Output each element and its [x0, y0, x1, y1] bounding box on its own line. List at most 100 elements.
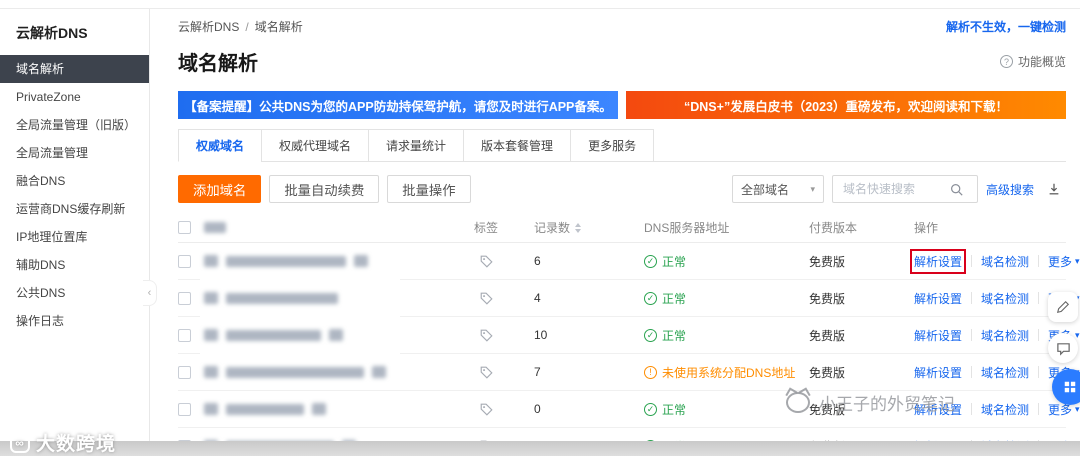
dashukuajing-logo: ∞ [10, 432, 30, 453]
row-actions: 解析设置 域名检测 更多▾ [909, 248, 1080, 274]
domain-filter-value: 全部域名 [740, 182, 789, 197]
domain-icon-redacted [204, 329, 218, 341]
support-chat-button[interactable] [1048, 333, 1078, 363]
tag-icon[interactable] [474, 323, 498, 347]
sort-icon[interactable] [575, 222, 582, 233]
column-header-records[interactable]: 记录数 [534, 219, 644, 236]
sidebar-item-public-dns[interactable]: 公共DNS [0, 279, 149, 307]
dns-whitepaper-banner[interactable]: “DNS+”发展白皮书（2023）重磅发布，欢迎阅读和下载！ [626, 91, 1066, 119]
record-count: 10 [534, 328, 548, 342]
tag-icon[interactable] [474, 286, 498, 310]
domain-cell[interactable] [204, 329, 474, 341]
row-checkbox[interactable] [178, 402, 191, 416]
row-checkbox[interactable] [178, 254, 191, 268]
watermark-left-text: 大数跨境 [36, 434, 117, 455]
plan-label: 免费版 [809, 291, 846, 306]
resolve-settings-link[interactable]: 解析设置 [909, 248, 967, 274]
bottom-strip [0, 441, 1080, 456]
sidebar-item-secondary-dns[interactable]: 辅助DNS [0, 251, 149, 279]
domain-extra-redacted [372, 366, 386, 378]
resolve-settings-link[interactable]: 解析设置 [914, 364, 962, 381]
sidebar-item-gtm[interactable]: 全局流量管理 [0, 139, 149, 167]
sidebar-item-gtm-legacy[interactable]: 全局流量管理（旧版） [0, 111, 149, 139]
dns-status-label: 正常 [662, 291, 687, 306]
sidebar-item-hybrid-dns[interactable]: 融合DNS [0, 167, 149, 195]
tag-icon[interactable] [474, 397, 498, 421]
domain-name-redacted [226, 366, 364, 378]
record-count: 4 [534, 291, 541, 305]
sidebar-item-privatezone[interactable]: PrivateZone [0, 83, 149, 111]
actions-divider [1038, 255, 1040, 267]
record-count: 7 [534, 365, 541, 379]
domain-extra-redacted [312, 403, 326, 415]
domain-extra-redacted [354, 255, 368, 267]
diagnose-link[interactable]: 解析不生效，一键检测 [946, 18, 1066, 35]
batch-auto-renew-button[interactable]: 批量自动续费 [269, 175, 380, 203]
toolbar-right-cluster: 全部域名 ▾ 高级搜索 [731, 175, 1066, 203]
title-row: 域名解析 ? 功能概览 [178, 47, 1066, 76]
row-checkbox[interactable] [178, 291, 191, 305]
breadcrumb-separator: / [245, 19, 249, 34]
chevron-down-icon: ▾ [810, 183, 815, 194]
search-icon[interactable] [945, 177, 969, 201]
actions-divider [971, 329, 973, 341]
domain-cell[interactable] [204, 403, 474, 415]
actions-divider [1038, 292, 1040, 304]
dns-status: ✓ 正常 [644, 253, 686, 270]
column-header-plan: 付费版本 [809, 221, 858, 235]
download-icon[interactable] [1042, 177, 1066, 201]
table-body: 6 ✓ 正常 免费版 解析设置 域名检测 更多 ▾ 4 ✓ 正常 免费版 解析设… [178, 243, 1080, 456]
domain-check-link[interactable]: 域名检测 [981, 290, 1029, 307]
breadcrumb-root[interactable]: 云解析DNS [178, 18, 239, 35]
domain-check-link[interactable]: 域名检测 [981, 327, 1029, 344]
advanced-search-link[interactable]: 高级搜索 [986, 181, 1034, 198]
domain-check-link[interactable]: 域名检测 [981, 253, 1029, 270]
tab-request-statistics[interactable]: 请求量统计 [368, 129, 465, 162]
sidebar-collapse-handle[interactable]: ‹ [143, 280, 157, 306]
tab-authoritative-domains[interactable]: 权威域名 [178, 129, 263, 162]
tab-authoritative-proxy-domains[interactable]: 权威代理域名 [261, 129, 370, 162]
domain-cell[interactable] [204, 292, 474, 304]
notice-banners: 【备案提醒】公共DNS为您的APP防劫持保驾护航，请您及时进行APP备案。 “D… [178, 91, 1066, 119]
watermark-wechat-account: 小王子的外贸笔记 [786, 390, 955, 415]
chevron-down-icon: ▾ [1075, 329, 1080, 340]
tag-icon[interactable] [474, 249, 498, 273]
feature-overview-label: 功能概览 [1017, 55, 1066, 69]
feature-overview-link[interactable]: ? 功能概览 [999, 53, 1066, 70]
dns-status-label: 正常 [662, 254, 687, 269]
dns-status: ! 未使用系统分配DNS地址 [644, 364, 795, 381]
batch-operations-button[interactable]: 批量操作 [387, 175, 471, 203]
row-checkbox[interactable] [178, 328, 191, 342]
sidebar-item-domain-resolution[interactable]: 域名解析 [0, 55, 149, 83]
search-input[interactable] [840, 181, 945, 197]
more-menu-link[interactable]: 更多▾ [1048, 253, 1080, 270]
row-checkbox[interactable] [178, 365, 191, 379]
resolve-settings-link[interactable]: 解析设置 [914, 290, 962, 307]
domain-check-link[interactable]: 域名检测 [981, 401, 1029, 418]
select-all-checkbox[interactable] [178, 221, 191, 234]
domain-check-link[interactable]: 域名检测 [981, 364, 1029, 381]
resolve-settings-link[interactable]: 解析设置 [914, 327, 962, 344]
breadcrumb-current: 域名解析 [254, 20, 303, 34]
feedback-pencil-button[interactable] [1048, 292, 1078, 322]
domain-filter-select[interactable]: 全部域名 ▾ [731, 175, 824, 203]
sidebar-item-ip-geo-library[interactable]: IP地理位置库 [0, 223, 149, 251]
sidebar-item-operation-log[interactable]: 操作日志 [0, 307, 149, 335]
tab-more-services[interactable]: 更多服务 [570, 129, 655, 162]
plan-label: 免费版 [809, 365, 846, 380]
icp-reminder-banner[interactable]: 【备案提醒】公共DNS为您的APP防劫持保驾护航，请您及时进行APP备案。 [178, 91, 618, 119]
domain-icon-redacted [204, 366, 218, 378]
apps-grid-icon [1064, 381, 1076, 393]
domain-cell[interactable] [204, 366, 474, 378]
add-domain-button[interactable]: 添加域名 [178, 175, 262, 203]
chat-bubble-icon [1056, 342, 1070, 356]
column-header-actions: 操作 [914, 221, 939, 235]
service-apps-button[interactable] [1052, 369, 1080, 405]
tag-icon[interactable] [474, 360, 498, 384]
more-label: 更多 [1048, 254, 1073, 269]
actions-divider [971, 403, 973, 415]
tab-plan-management[interactable]: 版本套餐管理 [463, 129, 572, 162]
sidebar-item-isp-cache-refresh[interactable]: 运营商DNS缓存刷新 [0, 195, 149, 223]
domain-cell[interactable] [204, 255, 474, 267]
page-title: 域名解析 [178, 53, 258, 75]
